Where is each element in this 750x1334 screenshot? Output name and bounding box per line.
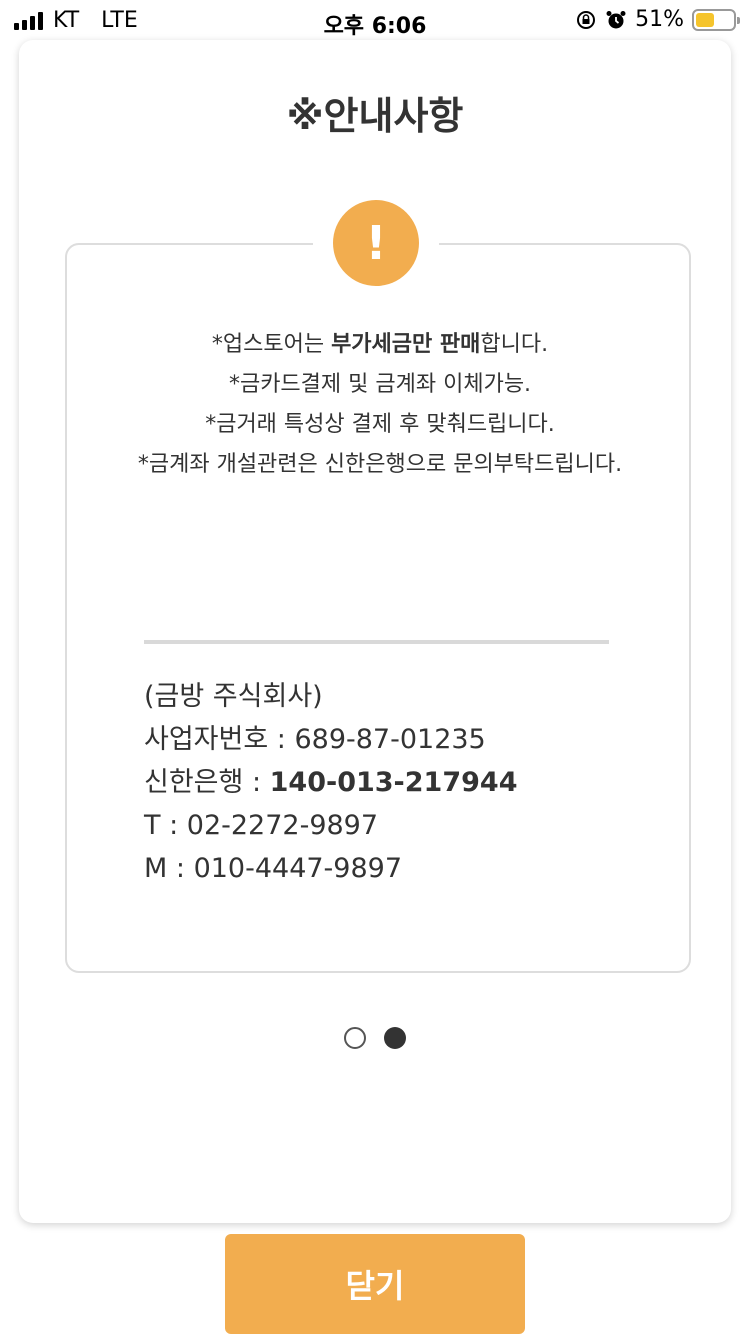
battery-level (696, 12, 715, 27)
notice-line-3: *금거래 특성상 결제 후 맞춰드립니다. (205, 412, 555, 437)
business-number: 689-87-01235 (294, 724, 486, 755)
phone-row: T : 02-2272-9897 (144, 810, 379, 841)
mobile-row: M : 010-4447-9897 (144, 853, 403, 884)
notice-line-2: *금카드결제 및 금계좌 이체가능. (228, 372, 532, 397)
battery-icon (692, 8, 740, 31)
rotation-lock-icon (577, 10, 596, 29)
page-indicator (19, 1027, 731, 1049)
page-dot-2-active[interactable] (384, 1027, 406, 1049)
page-dot-1[interactable] (344, 1027, 366, 1049)
business-number-row: 사업자번호 : 689-87-01235 (144, 724, 486, 755)
mobile-number[interactable]: 010-4447-9897 (194, 853, 402, 884)
alert-icon: ! (333, 200, 419, 286)
phone-number[interactable]: 02-2272-9897 (187, 810, 378, 841)
company-info: (금방 주식회사) 사업자번호 : 689-87-01235 신한은행 : 14… (144, 675, 644, 890)
bank-account[interactable]: 140-013-217944 (270, 767, 518, 798)
company-name: (금방 주식회사) (144, 681, 323, 712)
alarm-icon (606, 10, 626, 28)
notice-line-1: *업스토어는 부가세금만 판매합니다. (211, 332, 549, 357)
notice-modal: ※안내사항 ! *업스토어는 부가세금만 판매합니다. *금카드결제 및 금계좌… (19, 40, 731, 1223)
notice-box: ! *업스토어는 부가세금만 판매합니다. *금카드결제 및 금계좌 이체가능.… (65, 200, 693, 973)
status-bar: KT LTE 오후 6:06 51% (0, 0, 750, 40)
battery-percent: 51% (635, 7, 684, 32)
divider (144, 640, 609, 644)
close-button[interactable]: 닫기 (225, 1234, 525, 1334)
notice-highlight: 부가세금만 판매 (331, 332, 481, 357)
notice-text: *업스토어는 부가세금만 판매합니다. *금카드결제 및 금계좌 이체가능. *… (67, 325, 693, 485)
notice-line-4: *금계좌 개설관련은 신한은행으로 문의부탁드립니다. (137, 452, 623, 477)
bank-account-row: 신한은행 : 140-013-217944 (144, 767, 518, 798)
status-right: 51% (575, 7, 740, 32)
modal-title: ※안내사항 (286, 94, 464, 138)
